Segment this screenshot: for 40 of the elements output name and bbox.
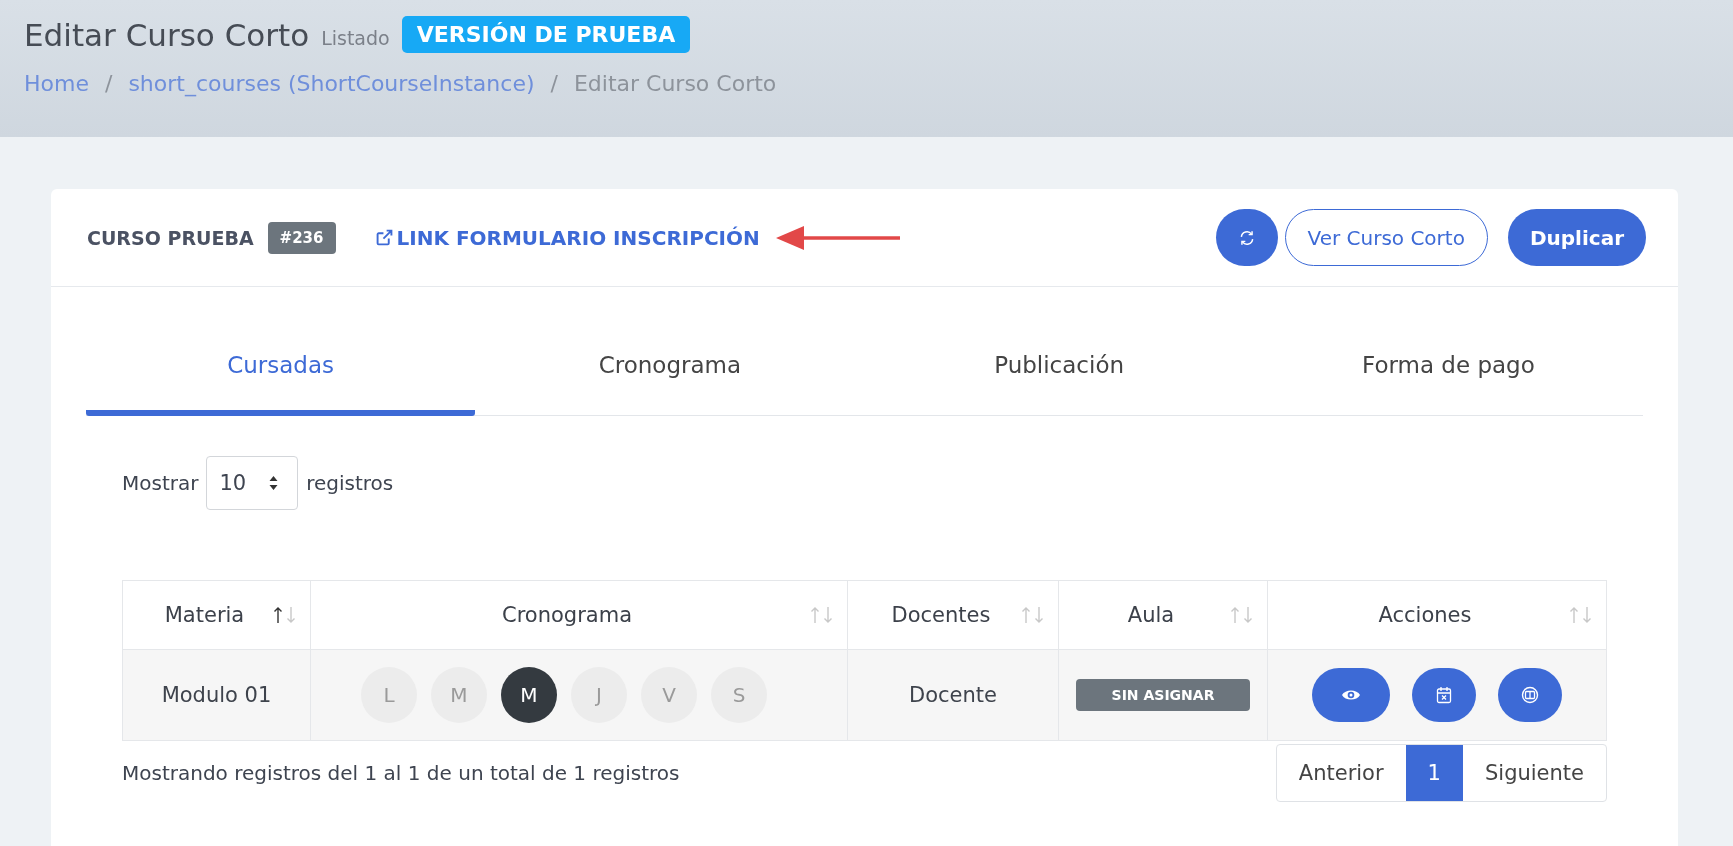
book-button[interactable] [1498, 668, 1562, 722]
id-badge: #236 [267, 221, 336, 254]
table-cell: Docente [847, 649, 1059, 741]
pagination-button[interactable]: 1 [1405, 745, 1463, 801]
eye-icon [1341, 688, 1361, 702]
tab[interactable]: Forma de pago [1253, 327, 1643, 416]
column-header[interactable]: Materia [122, 580, 311, 650]
day-chip[interactable]: M [501, 667, 557, 723]
external-link-icon [375, 229, 393, 246]
column-header[interactable]: Docentes [847, 580, 1059, 650]
records-label: registros [306, 471, 394, 495]
show-label: Mostrar [122, 471, 199, 495]
calendar-button[interactable] [1412, 668, 1476, 722]
tab[interactable]: Publicación [864, 327, 1254, 416]
status-badge: SIN ASIGNAR [1075, 679, 1251, 711]
column-header[interactable]: Cronograma [310, 580, 848, 650]
page-subtitle: Listado [321, 26, 390, 49]
page-title: Editar Curso Corto [24, 16, 310, 53]
duplicate-button[interactable]: Duplicar [1507, 209, 1646, 266]
breadcrumb-separator: / [550, 71, 558, 96]
view-button[interactable] [1312, 668, 1390, 722]
table-cell: Modulo 01 [122, 649, 311, 741]
book-icon [1521, 686, 1539, 704]
calendar-icon [1436, 686, 1452, 704]
column-header[interactable]: Acciones [1267, 580, 1607, 650]
tab[interactable]: Cursadas [86, 327, 476, 416]
breadcrumb-separator: / [104, 71, 113, 96]
course-title: CURSO PRUEBA [87, 226, 254, 249]
page-size-select[interactable]: 10 [206, 456, 299, 510]
tab[interactable]: Cronograma [475, 327, 865, 416]
pagination-button[interactable]: Anterior [1276, 745, 1406, 801]
breadcrumb-current: Editar Curso Corto [573, 71, 777, 96]
pagination-button[interactable]: Siguiente [1462, 745, 1606, 801]
refresh-button[interactable] [1215, 209, 1278, 266]
form-link[interactable]: LINK FORMULARIO INSCRIPCIÓN [375, 225, 760, 250]
table-info: Mostrando registros del 1 al 1 de un total de 1 registros [122, 761, 680, 785]
column-header[interactable]: Aula [1058, 580, 1268, 650]
view-course-button[interactable]: Ver Curso Corto [1284, 209, 1488, 266]
version-badge: VERSIÓN DE PRUEBA [401, 16, 691, 53]
spinner-icon [268, 475, 280, 491]
